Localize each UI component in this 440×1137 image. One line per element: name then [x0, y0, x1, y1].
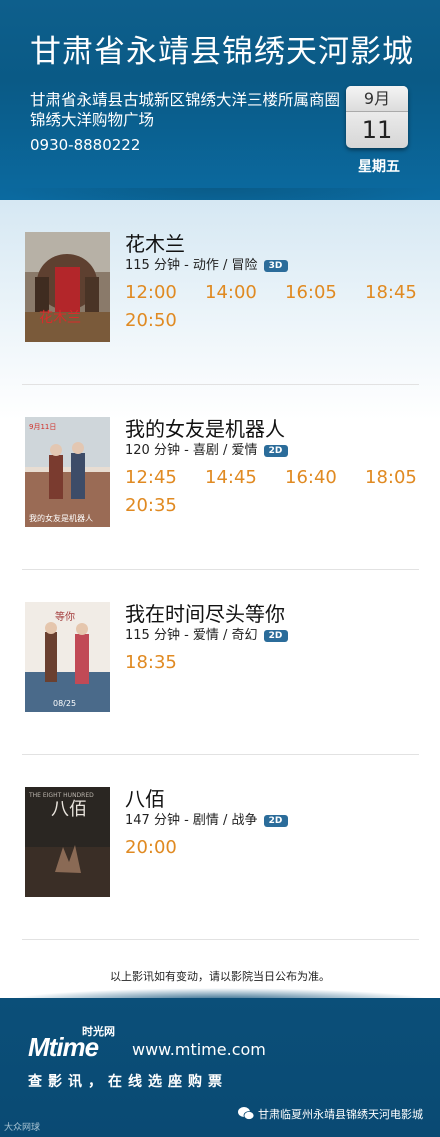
movie-item[interactable]: 等你 08/25 我在时间尽头等你 115 分钟 - 爱情 / 奇幻 2D 18:…	[0, 602, 440, 787]
mtime-logo[interactable]: Mtime	[28, 1032, 99, 1063]
movie-poster[interactable]: 等你 08/25	[25, 602, 110, 712]
showtime[interactable]: 18:35	[125, 652, 177, 673]
cinema-phone: 0930-8880222	[30, 136, 141, 154]
format-badge: 3D	[263, 260, 288, 272]
svg-text:THE EIGHT HUNDRED: THE EIGHT HUNDRED	[28, 792, 94, 799]
showtime[interactable]: 14:00	[205, 282, 257, 303]
format-badge: 2D	[263, 815, 288, 827]
wechat-account: 甘肃临夏州永靖县锦绣天河电影城	[238, 1106, 423, 1122]
movie-item[interactable]: 八佰 THE EIGHT HUNDRED 八佰 147 分钟 - 剧情 / 战争…	[0, 787, 440, 972]
notice-text: 以上影讯如有变动，请以影院当日公布为准。	[110, 970, 330, 983]
format-badge: 2D	[263, 630, 288, 642]
movie-duration-genre: 147 分钟 - 剧情 / 战争	[125, 813, 258, 828]
movie-poster[interactable]: 八佰 THE EIGHT HUNDRED	[25, 787, 110, 897]
movie-duration-genre: 120 分钟 - 喜剧 / 爱情	[125, 443, 258, 458]
svg-text:花木兰: 花木兰	[39, 310, 81, 326]
movie-poster[interactable]: 花木兰	[25, 232, 110, 342]
wechat-icon	[238, 1107, 254, 1120]
showtime[interactable]: 20:00	[125, 837, 177, 858]
site-link[interactable]: www.mtime.com	[132, 1040, 266, 1059]
calendar-month: 9月	[346, 86, 408, 112]
movie-info: 120 分钟 - 喜剧 / 爱情 2D	[125, 439, 288, 458]
movie-info: 115 分钟 - 爱情 / 奇幻 2D	[125, 624, 288, 643]
showtime[interactable]: 18:05	[365, 467, 417, 488]
movie-info: 115 分钟 - 动作 / 冒险 3D	[125, 254, 288, 273]
movie-item[interactable]: 9月11日 我的女友是机器人 我的女友是机器人 120 分钟 - 喜剧 / 爱情…	[0, 417, 440, 602]
footer: 时光网 Mtime www.mtime.com 查影讯，在线选座购票 甘肃临夏州…	[0, 988, 440, 1137]
movie-duration-genre: 115 分钟 - 动作 / 冒险	[125, 258, 258, 273]
movie-title[interactable]: 八佰	[125, 783, 165, 812]
movie-title[interactable]: 花木兰	[125, 228, 185, 257]
movie-duration-genre: 115 分钟 - 爱情 / 奇幻	[125, 628, 258, 643]
divider	[22, 384, 419, 385]
svg-text:八佰: 八佰	[51, 799, 87, 820]
cinema-address: 甘肃省永靖县古城新区锦绣大洋三楼所属商圈锦绣大洋购物广场	[30, 91, 341, 129]
divider	[22, 754, 419, 755]
wechat-name: 甘肃临夏州永靖县锦绣天河电影城	[258, 1108, 423, 1121]
movie-title[interactable]: 我在时间尽头等你	[125, 598, 285, 627]
divider	[22, 569, 419, 570]
showtime[interactable]: 20:35	[125, 495, 177, 516]
showtime[interactable]: 20:50	[125, 310, 177, 331]
svg-text:9月11日: 9月11日	[29, 423, 56, 431]
watermark: 大众网球	[4, 1123, 41, 1133]
movie-title[interactable]: 我的女友是机器人	[125, 413, 285, 442]
showtime[interactable]: 16:05	[285, 282, 337, 303]
header: 甘肃省永靖县锦绣天河影城 甘肃省永靖县古城新区锦绣大洋三楼所属商圈锦绣大洋购物广…	[0, 0, 440, 212]
movie-item[interactable]: 花木兰 花木兰 115 分钟 - 动作 / 冒险 3D 12:00 14:00 1…	[0, 232, 440, 417]
svg-text:等你: 等你	[55, 610, 75, 623]
calendar-date: 9月 11	[346, 86, 408, 148]
movie-info: 147 分钟 - 剧情 / 战争 2D	[125, 809, 288, 828]
showtime[interactable]: 16:40	[285, 467, 337, 488]
calendar-day: 11	[361, 116, 393, 144]
svg-text:我的女友是机器人: 我的女友是机器人	[29, 513, 93, 523]
slogan: 查影讯，在线选座购票	[28, 1074, 228, 1090]
showtime[interactable]: 12:00	[125, 282, 177, 303]
format-badge: 2D	[263, 445, 288, 457]
showtime[interactable]: 12:45	[125, 467, 177, 488]
weekday: 星期五	[358, 159, 400, 175]
cinema-name: 甘肃省永靖县锦绣天河影城	[30, 34, 414, 70]
showtime[interactable]: 18:45	[365, 282, 417, 303]
divider	[22, 939, 419, 940]
showtime[interactable]: 14:45	[205, 467, 257, 488]
movie-poster[interactable]: 9月11日 我的女友是机器人	[25, 417, 110, 527]
svg-text:08/25: 08/25	[53, 699, 76, 708]
